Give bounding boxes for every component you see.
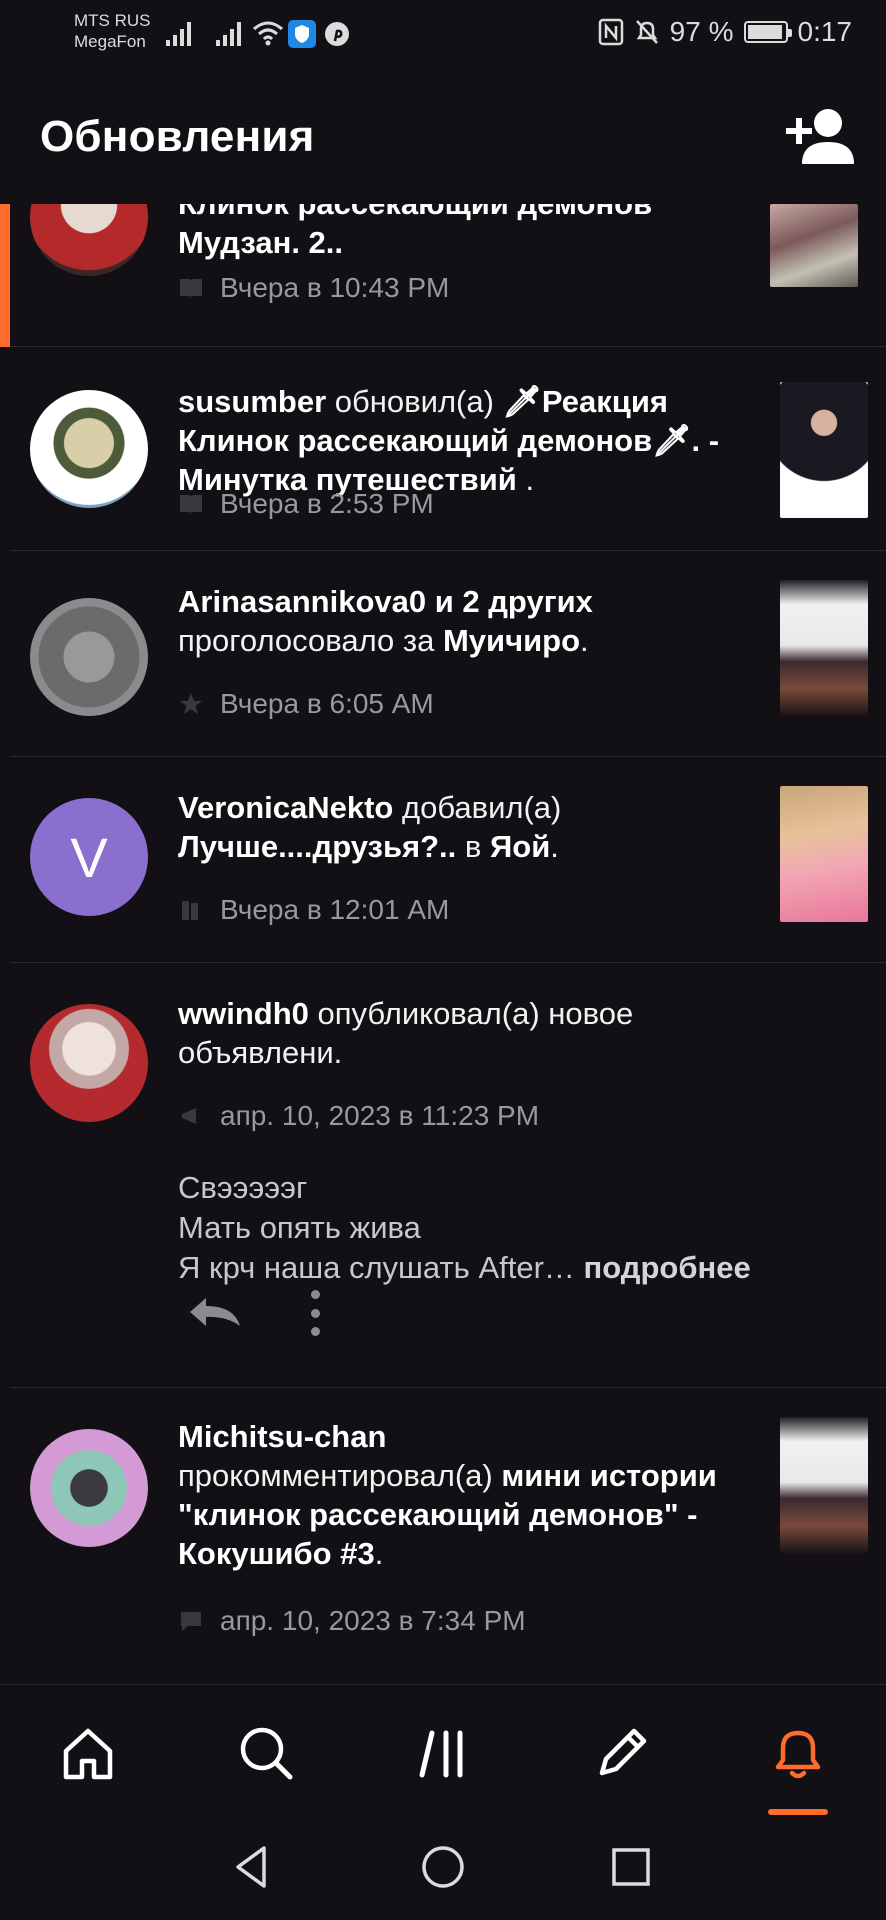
read-more-link[interactable]: подробнее [584, 1250, 751, 1285]
avatar[interactable] [30, 1429, 148, 1547]
feed-item[interactable]: susumber обновил(а) 🗡Реакция Клинок расс… [10, 348, 886, 551]
trailing-text: . [525, 462, 535, 497]
recents-icon[interactable] [606, 1842, 656, 1892]
timestamp: апр. 10, 2023 в 11:23 PM [220, 1100, 540, 1131]
feed-item-meta: апр. 10, 2023 в 11:23 PM [178, 1100, 539, 1132]
home-icon[interactable] [58, 1723, 118, 1783]
pinterest-icon [325, 22, 349, 46]
feed-item-text: Arinasannikova0 и 2 других проголосовало… [178, 582, 738, 660]
feed-item-text: Michitsu-chan прокомментировал(а) мини и… [178, 1417, 738, 1573]
feed-item-meta: Вчера в 6:05 AM [178, 688, 434, 720]
feed-item[interactable]: V VeronicaNekto добавил(а) Лучше....друз… [10, 758, 886, 963]
feed-item-meta: апр. 10, 2023 в 7:34 PM [178, 1605, 526, 1637]
back-icon[interactable] [228, 1842, 278, 1892]
app-header: Обновления [0, 66, 886, 204]
mute-icon [635, 20, 658, 44]
avatar[interactable] [30, 390, 148, 508]
book-icon [180, 495, 202, 514]
more-options-icon[interactable] [306, 1290, 324, 1336]
add-user-icon[interactable] [784, 106, 854, 166]
battery-percent: 97 % [669, 16, 734, 47]
trailing-text: . [374, 1536, 384, 1571]
search-icon[interactable] [236, 1723, 296, 1783]
user-name[interactable]: Arinasannikova0 и 2 других [178, 584, 593, 619]
trailing-text: . [580, 623, 589, 658]
feed-item-text: VeronicaNekto добавил(а) Лучше....друзья… [178, 788, 738, 866]
signal-icon [166, 22, 191, 46]
feed-item-meta: Вчера в 2:53 PM [178, 488, 434, 520]
feed-item-text: wwindh0 опубликовал(а) новое объявлени. [178, 994, 738, 1072]
status-bar: MTS RUS MegaFon 97 % 0:17 [0, 0, 886, 66]
signal-icon [216, 22, 241, 46]
status-right: 97 % 0:17 [598, 16, 852, 48]
bell-icon[interactable] [768, 1723, 828, 1783]
story-cover[interactable] [780, 580, 868, 716]
book-icon [180, 279, 202, 298]
story-title[interactable]: Клинок рассекающий демонов [178, 204, 652, 221]
feed-item[interactable]: Michitsu-chan прокомментировал(а) мини и… [10, 1389, 886, 1684]
action-text: обновил(а) [334, 384, 494, 419]
feed-item[interactable]: Клинок рассекающий демонов Мудзан. 2.. В… [0, 204, 886, 347]
action-text: проголосовало за [178, 623, 435, 658]
user-name[interactable]: VeronicaNekto [178, 790, 393, 825]
story-title[interactable]: Мудзан. 2.. [178, 225, 343, 260]
user-name[interactable]: Michitsu-chan [178, 1419, 386, 1454]
nfc-icon [598, 18, 623, 46]
library-icon[interactable] [414, 1723, 474, 1783]
bottom-navigation [0, 1684, 886, 1820]
action-text: добавил(а) [402, 790, 562, 825]
feed-item[interactable]: wwindh0 опубликовал(а) новое объявлени. … [10, 964, 886, 1388]
home-circle-icon[interactable] [418, 1842, 468, 1892]
post-line: Свэээээг [178, 1170, 308, 1205]
story-cover[interactable] [780, 382, 868, 518]
star-icon [180, 693, 202, 714]
announcement-text: Свэээээг Мать опять жива Я крч наша слуш… [178, 1168, 751, 1288]
megaphone-icon [182, 1108, 196, 1124]
user-name[interactable]: wwindh0 [178, 996, 309, 1031]
carrier-line2: MegaFon [74, 32, 146, 51]
story-title[interactable]: Муичиро [443, 623, 580, 658]
carrier-line1: MTS RUS [74, 11, 151, 30]
middle-text: в [464, 829, 482, 864]
shield-icon [288, 20, 316, 48]
user-name[interactable]: susumber [178, 384, 326, 419]
feed-item[interactable]: Arinasannikova0 и 2 других проголосовало… [10, 552, 886, 757]
timestamp: Вчера в 2:53 PM [220, 488, 434, 519]
reply-icon[interactable] [186, 1292, 244, 1332]
avatar[interactable] [30, 598, 148, 716]
system-navigation [0, 1820, 886, 1920]
clock: 0:17 [797, 16, 853, 47]
post-line: Мать опять жива [178, 1210, 421, 1245]
timestamp: Вчера в 6:05 AM [220, 688, 434, 719]
avatar[interactable] [30, 204, 148, 276]
books-icon [182, 901, 198, 920]
avatar-letter[interactable]: V [30, 798, 148, 916]
story-cover[interactable] [780, 1417, 868, 1553]
pencil-icon[interactable] [592, 1723, 652, 1783]
unread-indicator [0, 204, 10, 347]
post-line: Я крч наша слушать After… [178, 1250, 575, 1285]
active-tab-indicator [768, 1809, 828, 1815]
wifi-icon [253, 21, 283, 46]
feed-item-text: Клинок рассекающий демонов Мудзан. 2.. [178, 204, 738, 262]
timestamp: Вчера в 10:43 PM [220, 272, 450, 303]
story-cover[interactable] [780, 786, 868, 922]
carrier-info: MTS RUS MegaFon [74, 10, 151, 52]
comment-icon [181, 1612, 201, 1631]
feed-item-meta: Вчера в 10:43 PM [178, 272, 449, 304]
timestamp: апр. 10, 2023 в 7:34 PM [220, 1605, 526, 1636]
avatar[interactable] [30, 1004, 148, 1122]
feed-item-meta: Вчера в 12:01 AM [178, 894, 449, 926]
list-name[interactable]: Яой [490, 829, 550, 864]
feed-item-text: susumber обновил(а) 🗡Реакция Клинок расс… [178, 382, 738, 499]
timestamp: Вчера в 12:01 AM [220, 894, 450, 925]
story-title[interactable]: Лучше....друзья?.. [178, 829, 456, 864]
trailing-text: . [550, 829, 559, 864]
action-text: прокомментировал(а) [178, 1458, 493, 1493]
page-title: Обновления [40, 112, 315, 161]
story-cover[interactable] [770, 204, 858, 287]
updates-feed[interactable]: Клинок рассекающий демонов Мудзан. 2.. В… [0, 204, 886, 1684]
battery-icon [743, 21, 792, 43]
